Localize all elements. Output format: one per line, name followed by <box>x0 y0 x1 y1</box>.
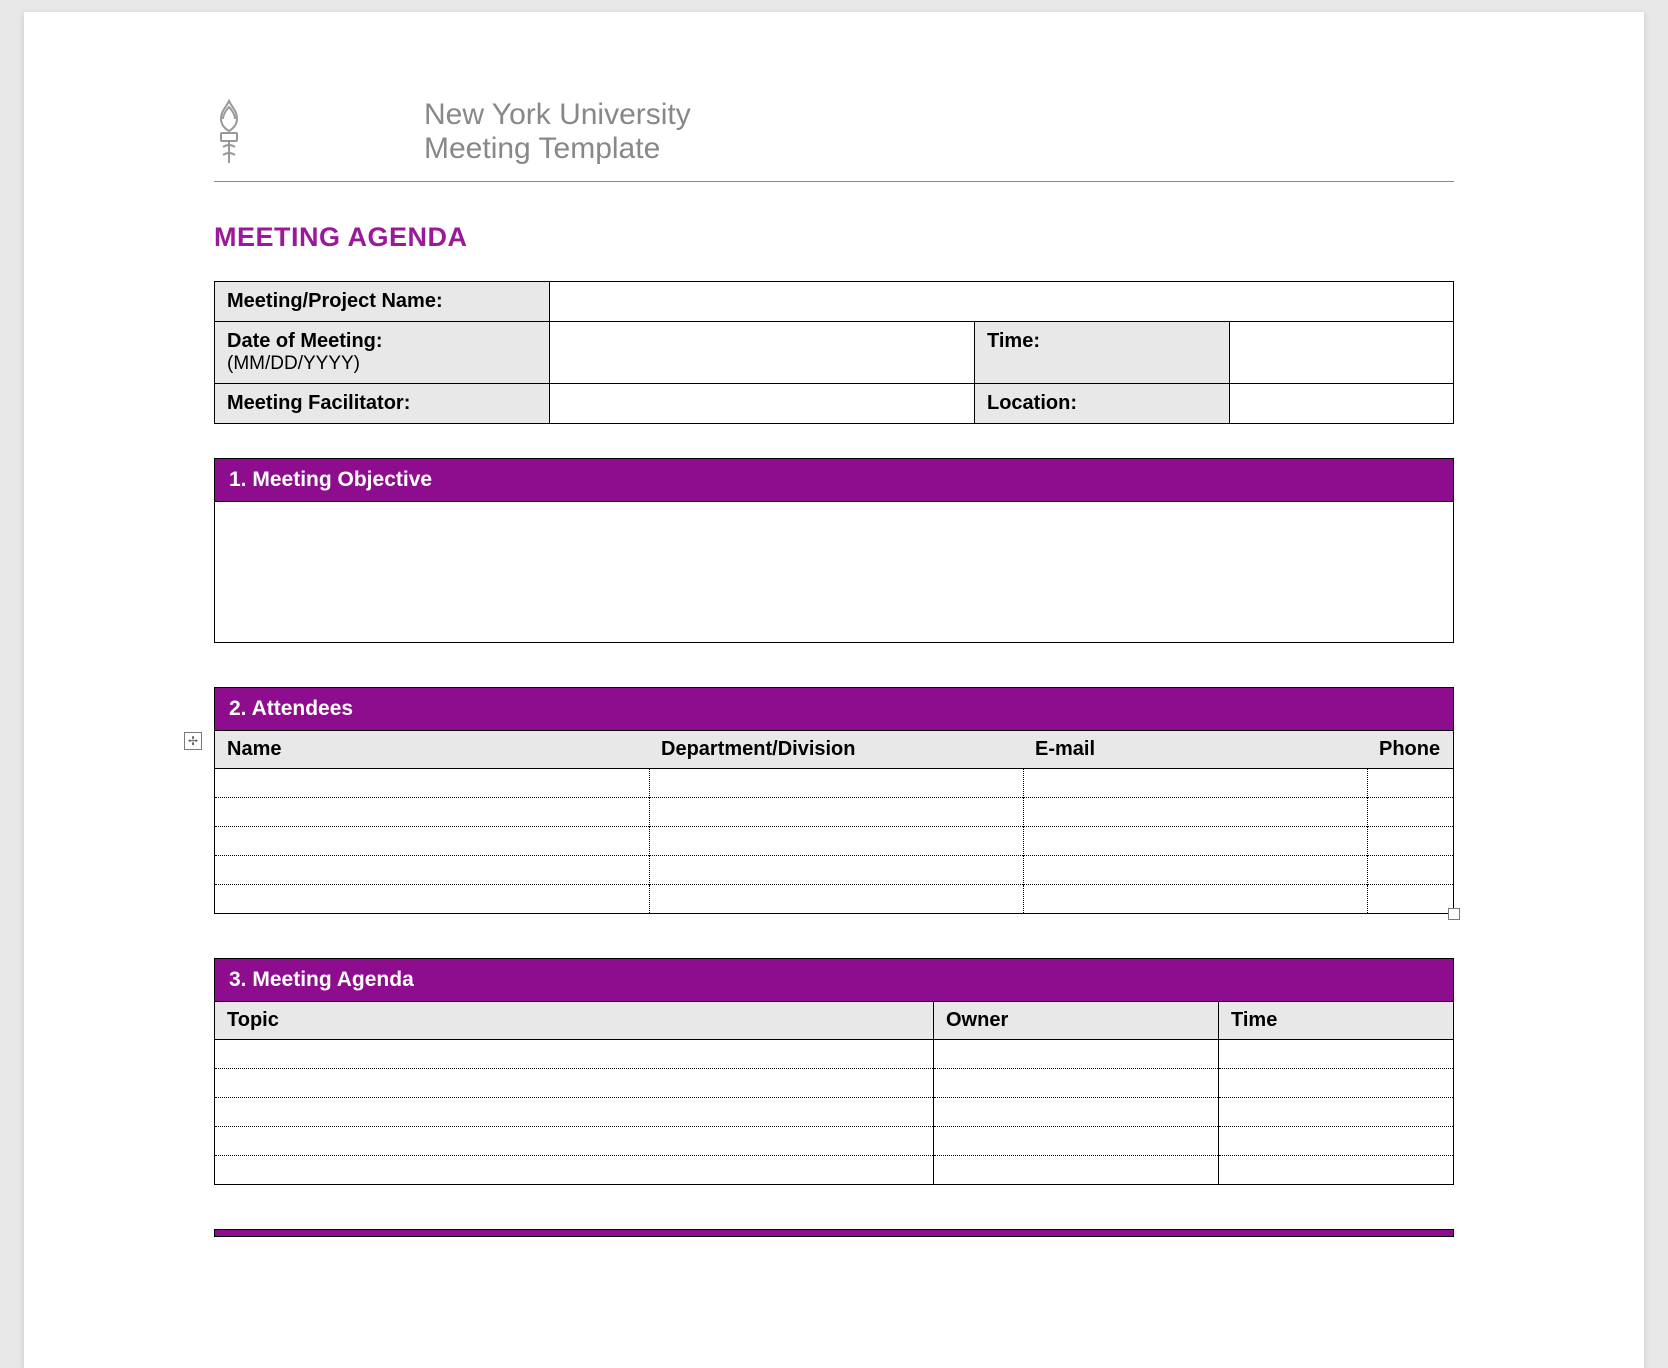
meta-facilitator-value[interactable] <box>550 384 975 424</box>
header-line1: New York University <box>424 98 691 133</box>
meta-table[interactable]: Meeting/Project Name: Date of Meeting: (… <box>214 281 1454 424</box>
objective-header: 1. Meeting Objective <box>214 458 1454 502</box>
table-resize-handle[interactable] <box>1448 908 1460 920</box>
attendees-col-dept: Department/Division <box>649 731 1023 769</box>
nyu-torch-icon <box>194 97 264 167</box>
agenda-header: 3. Meeting Agenda <box>214 958 1454 1002</box>
attendees-table[interactable]: Name Department/Division E-mail Phone <box>214 731 1454 914</box>
table-anchor-icon[interactable]: ✢ <box>184 732 202 750</box>
meta-location-value[interactable] <box>1230 384 1454 424</box>
agenda-col-owner: Owner <box>934 1002 1219 1040</box>
meta-location-label: Location: <box>975 384 1230 424</box>
attendees-section: 2. Attendees Name Department/Division E-… <box>214 687 1454 914</box>
agenda-title: MEETING AGENDA <box>214 222 1584 253</box>
header-title-block: New York University Meeting Template <box>424 98 691 167</box>
meta-time-value[interactable] <box>1230 322 1454 384</box>
meta-time-label: Time: <box>975 322 1230 384</box>
agenda-table[interactable]: Topic Owner Time <box>214 1002 1454 1185</box>
agenda-col-topic: Topic <box>215 1002 934 1040</box>
header-line2: Meeting Template <box>424 132 691 167</box>
attendees-col-phone: Phone <box>1367 731 1454 769</box>
meta-project-value[interactable] <box>550 282 1454 322</box>
next-section-peek <box>214 1229 1454 1237</box>
next-section-bar <box>214 1229 1454 1237</box>
objective-body[interactable] <box>214 502 1454 643</box>
attendees-header: 2. Attendees <box>214 687 1454 731</box>
agenda-col-time: Time <box>1219 1002 1454 1040</box>
meta-project-label: Meeting/Project Name: <box>215 282 550 322</box>
page-background: New York University Meeting Template MEE… <box>0 0 1668 1368</box>
document-page[interactable]: New York University Meeting Template MEE… <box>24 12 1644 1368</box>
objective-section: 1. Meeting Objective <box>214 458 1454 643</box>
attendees-col-email: E-mail <box>1023 731 1367 769</box>
document-header: New York University Meeting Template <box>214 97 1454 182</box>
agenda-section: 3. Meeting Agenda Topic Owner Time <box>214 958 1454 1185</box>
meta-date-label: Date of Meeting: (MM/DD/YYYY) <box>215 322 550 384</box>
meta-facilitator-label: Meeting Facilitator: <box>215 384 550 424</box>
meta-table-block: Meeting/Project Name: Date of Meeting: (… <box>214 281 1454 424</box>
meta-date-value[interactable] <box>550 322 975 384</box>
attendees-col-name: Name <box>215 731 650 769</box>
